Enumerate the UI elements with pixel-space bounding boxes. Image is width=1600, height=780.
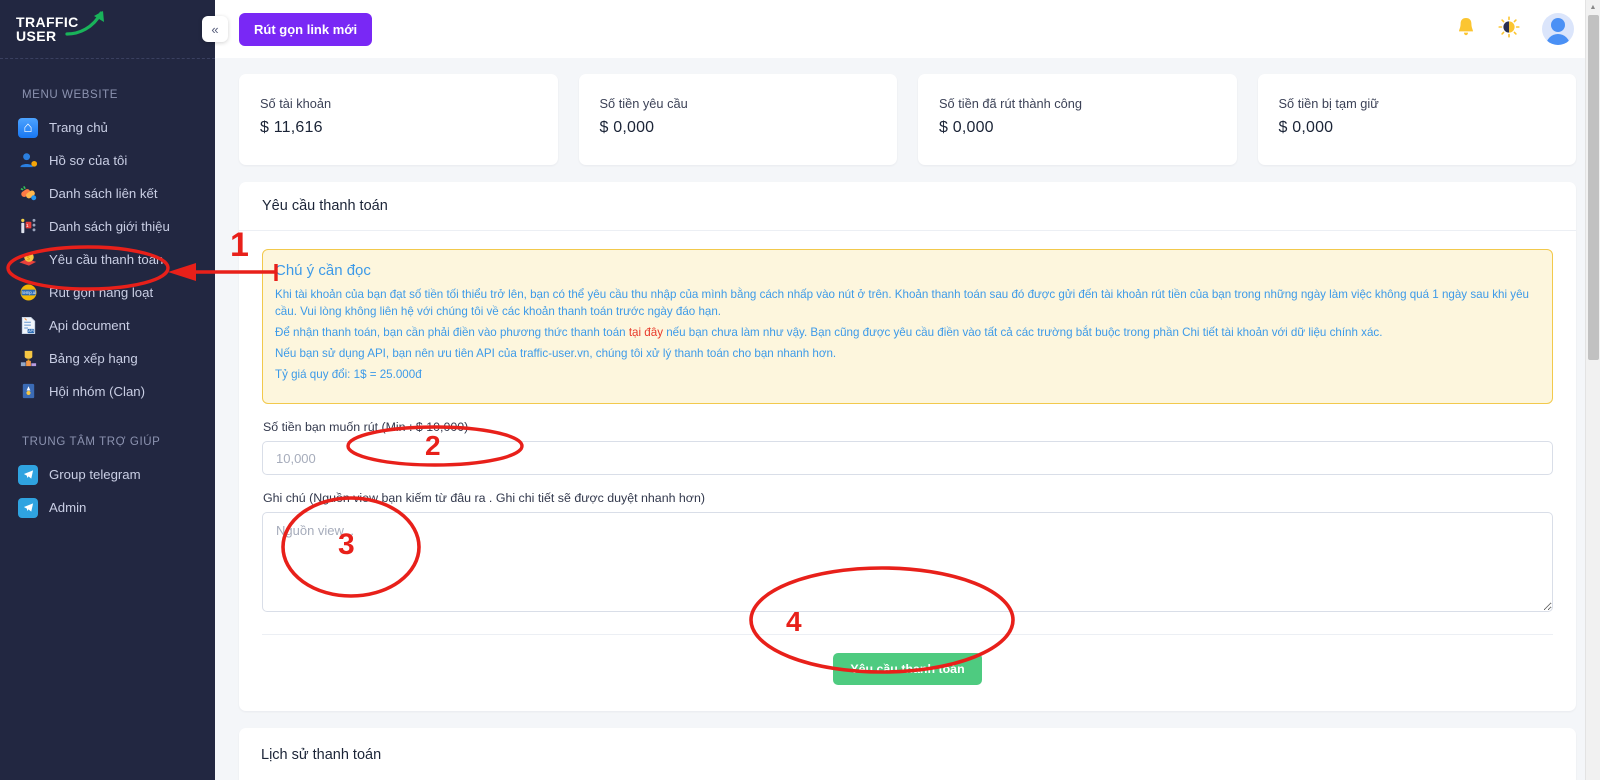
alert-p2-after: nếu bạn chưa làm như vậy. Bạn cũng được … xyxy=(663,326,1383,339)
profile-icon xyxy=(18,151,38,171)
sidebar-collapse-button[interactable]: « xyxy=(202,16,228,42)
sidebar-item-label: Api document xyxy=(49,318,130,333)
sidebar-item-yeu-cau-thanh-toan[interactable]: $ Yêu cầu thanh toán xyxy=(0,243,215,276)
sidebar-item-label: Hồ sơ của tôi xyxy=(49,153,128,168)
sidebar-item-label: Rút gọn hàng loạt xyxy=(49,285,154,300)
payment-request-icon: $ xyxy=(18,250,38,270)
sidebar-item-label: Yêu cầu thanh toán xyxy=(49,252,164,267)
submit-payment-request-button[interactable]: Yêu cầu thanh toán xyxy=(833,653,982,685)
home-icon: ⌂ xyxy=(18,117,38,138)
page-content: Số tài khoản $ 11,616 Số tiền yêu cầu $ … xyxy=(215,58,1600,780)
referral-list-icon: 1 xyxy=(18,217,38,237)
main-area: Rút gọn link mới Số tài khoản $ 11,616 S… xyxy=(215,0,1600,780)
submit-row: Yêu cầu thanh toán xyxy=(262,634,1553,685)
stat-value: $ 0,000 xyxy=(599,119,655,136)
history-panel-title: Lịch sử thanh toán xyxy=(239,728,1576,780)
vertical-scrollbar[interactable]: ▲ xyxy=(1585,0,1600,780)
top-bar: Rút gọn link mới xyxy=(215,0,1600,58)
green-arrow-icon xyxy=(65,11,104,36)
sidebar-item-danh-sach-gioi-thieu[interactable]: 1 Danh sách giới thiệu xyxy=(0,210,215,243)
sidebar-item-group-telegram[interactable]: Group telegram xyxy=(0,458,215,491)
sidebar-item-ho-so-cua-toi[interactable]: Hồ sơ của tôi xyxy=(0,144,215,177)
new-short-link-button[interactable]: Rút gọn link mới xyxy=(239,12,373,46)
svg-text:temp.ul: temp.ul xyxy=(22,290,36,295)
sidebar-item-label: Danh sách liên kết xyxy=(49,186,158,201)
alert-p2-before: Để nhận thanh toán, bạn cần phải điền và… xyxy=(275,326,629,339)
user-avatar-icon[interactable] xyxy=(1542,13,1574,45)
payment-history-panel: Lịch sử thanh toán xyxy=(239,728,1576,780)
payment-request-panel: Yêu cầu thanh toán Chú ý cần đọc Khi tài… xyxy=(239,182,1576,711)
stat-title: Số tiền bị tạm giữ xyxy=(1278,96,1379,111)
stat-title: Số tài khoản xyxy=(260,96,332,111)
sidebar: TRAFFIC USER MENU WEBSITE ⌂ Trang chủ Hồ… xyxy=(0,0,215,780)
topbar-actions xyxy=(1456,13,1574,45)
stat-value: $ 0,000 xyxy=(939,119,994,136)
stat-card-so-tien-da-rut-thanh-cong: Số tiền đã rút thành công $ 0,000 xyxy=(918,74,1237,165)
bell-icon[interactable] xyxy=(1456,16,1476,43)
stat-value: $ 0,000 xyxy=(1278,119,1334,136)
link-list-icon xyxy=(18,184,38,204)
sidebar-section-menu-website: MENU WEBSITE xyxy=(22,89,119,101)
stat-card-so-tien-yeu-cau: Số tiền yêu cầu $ 0,000 xyxy=(578,74,897,165)
note-textarea[interactable] xyxy=(262,512,1553,612)
sidebar-item-rut-gon-hang-loat[interactable]: temp.ul Rút gọn hàng loạt xyxy=(0,276,215,309)
theme-toggle-icon[interactable] xyxy=(1498,15,1520,43)
note-label: Ghi chú (Nguồn view bạn kiếm từ đâu ra .… xyxy=(263,491,705,505)
sidebar-item-api-document[interactable]: API Api document xyxy=(0,309,215,342)
sidebar-item-hoi-nhom-clan[interactable]: Hội nhóm (Clan) xyxy=(0,375,215,408)
app-root: TRAFFIC USER MENU WEBSITE ⌂ Trang chủ Hồ… xyxy=(0,0,1600,780)
scroll-up-arrow-icon[interactable]: ▲ xyxy=(1586,0,1600,15)
leaderboard-icon xyxy=(18,349,38,369)
sidebar-item-label: Trang chủ xyxy=(49,120,108,135)
stat-card-so-tien-bi-tam-giu: Số tiền bị tạm giữ $ 0,000 xyxy=(1257,74,1576,165)
payment-form: Chú ý cần đọc Khi tài khoản của bạn đạt … xyxy=(239,231,1576,711)
alert-paragraph-3: Nếu bạn sử dụng API, bạn nên ưu tiên API… xyxy=(275,347,837,360)
scrollbar-thumb[interactable] xyxy=(1588,15,1599,360)
sidebar-item-label: Admin xyxy=(49,500,87,515)
amount-label: Số tiền bạn muốn rút (Min : $ 10,000) xyxy=(263,420,469,434)
svg-text:API: API xyxy=(28,329,34,333)
notice-alert: Chú ý cần đọc Khi tài khoản của bạn đạt … xyxy=(262,249,1553,404)
sidebar-item-trang-chu[interactable]: ⌂ Trang chủ xyxy=(0,111,215,144)
clan-icon xyxy=(18,382,38,402)
stat-value: $ 11,616 xyxy=(260,119,323,136)
withdraw-amount-input[interactable] xyxy=(262,441,1553,475)
sidebar-item-bang-xep-hang[interactable]: Bảng xếp hạng xyxy=(0,342,215,375)
svg-text:1: 1 xyxy=(26,223,29,229)
sidebar-item-danh-sach-lien-ket[interactable]: Danh sách liên kết xyxy=(0,177,215,210)
sidebar-item-label: Danh sách giới thiệu xyxy=(49,219,170,234)
alert-paragraph-1: Khi tài khoản của bạn đạt số tiền tối th… xyxy=(275,288,1529,318)
sidebar-item-label: Hội nhóm (Clan) xyxy=(49,384,146,399)
payment-method-link[interactable]: tại đây xyxy=(629,326,663,339)
sidebar-item-admin[interactable]: Admin xyxy=(0,491,215,524)
stat-cards: Số tài khoản $ 11,616 Số tiền yêu cầu $ … xyxy=(239,74,1576,165)
sidebar-item-label: Bảng xếp hạng xyxy=(49,351,138,366)
alert-paragraph-2: Để nhận thanh toán, bạn cần phải điền và… xyxy=(275,324,1536,341)
telegram-icon xyxy=(18,497,38,518)
api-document-icon: API xyxy=(18,316,38,336)
sidebar-item-label: Group telegram xyxy=(49,467,141,482)
bulk-shorten-icon: temp.ul xyxy=(18,283,38,303)
sidebar-section-trung-tam-tro-giup: TRUNG TÂM TRỢ GIÚP xyxy=(22,436,161,448)
stat-card-so-tai-khoan: Số tài khoản $ 11,616 xyxy=(239,74,558,165)
telegram-icon xyxy=(18,464,38,485)
stat-title: Số tiền yêu cầu xyxy=(599,96,688,111)
stat-title: Số tiền đã rút thành công xyxy=(939,96,1083,111)
alert-paragraph-4: Tỷ giá quy đổi: 1$ = 25.000đ xyxy=(275,368,422,381)
panel-title: Yêu cầu thanh toán xyxy=(239,182,1576,231)
brand-logo[interactable]: TRAFFIC USER xyxy=(0,0,215,58)
alert-heading: Chú ý cần đọc xyxy=(275,262,371,279)
